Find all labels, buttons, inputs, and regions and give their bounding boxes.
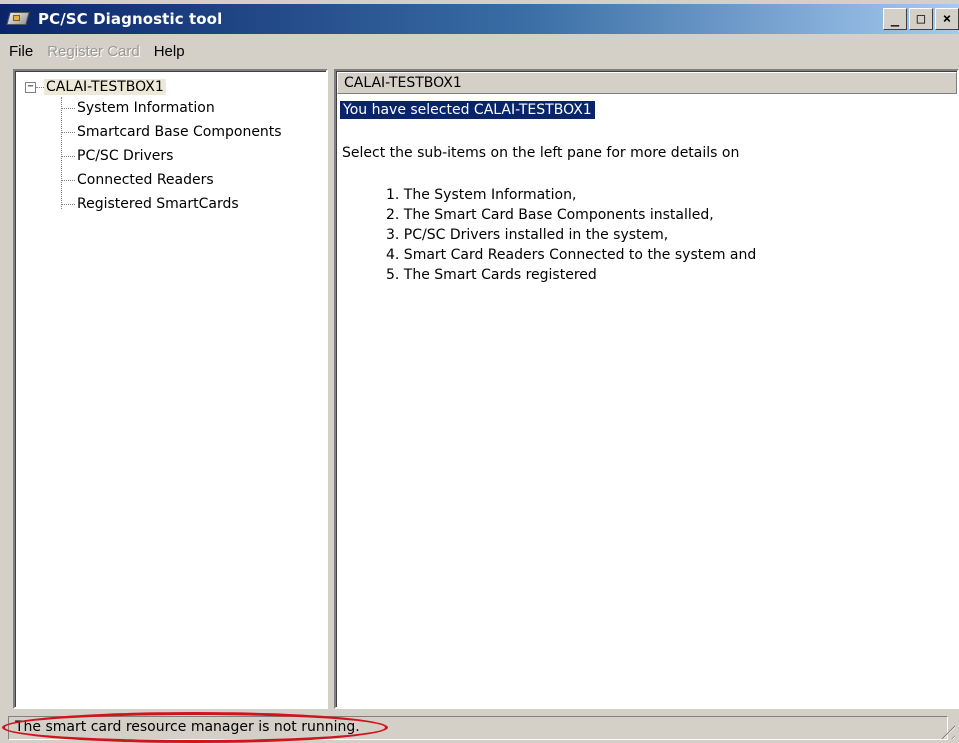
- tree-pane[interactable]: − CALAI-TESTBOX1 System Information Smar…: [13, 69, 328, 709]
- smartcard-app-icon[interactable]: [6, 9, 32, 29]
- tree-item-registered-smartcards[interactable]: Registered SmartCards: [61, 193, 239, 215]
- maximize-button[interactable]: □: [909, 8, 933, 30]
- title-bar[interactable]: PC/SC Diagnostic tool _ □ ×: [0, 4, 959, 34]
- tree-item-label[interactable]: Registered SmartCards: [75, 196, 239, 212]
- details-pane[interactable]: CALAI-TESTBOX1 You have selected CALAI-T…: [334, 69, 959, 709]
- details-list: 1. The System Information, 2. The Smart …: [386, 185, 756, 285]
- tree-root-label[interactable]: CALAI-TESTBOX1: [44, 79, 166, 95]
- app-window: PC/SC Diagnostic tool _ □ × File Registe…: [0, 0, 959, 743]
- tree-item-smartcard-base-components[interactable]: Smartcard Base Components: [61, 121, 282, 143]
- list-item: 1. The System Information,: [386, 187, 577, 203]
- tree-item-label[interactable]: Connected Readers: [75, 172, 214, 188]
- tree-item-label[interactable]: PC/SC Drivers: [75, 148, 173, 164]
- list-item: 4. Smart Card Readers Connected to the s…: [386, 247, 757, 263]
- tree-item-connected-readers[interactable]: Connected Readers: [61, 169, 214, 191]
- window-controls: _ □ ×: [883, 8, 959, 30]
- close-button[interactable]: ×: [935, 8, 959, 30]
- details-header[interactable]: CALAI-TESTBOX1: [337, 72, 957, 94]
- collapse-icon[interactable]: −: [25, 81, 36, 93]
- details-intro: Select the sub-items on the left pane fo…: [342, 145, 740, 161]
- window-title: PC/SC Diagnostic tool: [38, 10, 223, 28]
- tree-root-node[interactable]: − CALAI-TESTBOX1: [25, 77, 166, 97]
- selected-node-message: You have selected CALAI-TESTBOX1: [340, 101, 595, 119]
- red-highlight-ellipse: [2, 712, 388, 743]
- menu-bar: File Register Card Help: [0, 38, 192, 64]
- minimize-button[interactable]: _: [883, 8, 907, 30]
- tree-item-label[interactable]: Smartcard Base Components: [75, 124, 282, 140]
- list-item: 5. The Smart Cards registered: [386, 267, 597, 283]
- list-item: 2. The Smart Card Base Components instal…: [386, 207, 714, 223]
- tree-item-label[interactable]: System Information: [75, 100, 215, 116]
- tree-connector: [36, 86, 44, 88]
- menu-help[interactable]: Help: [147, 43, 192, 60]
- menu-file[interactable]: File: [2, 43, 40, 60]
- list-item: 3. PC/SC Drivers installed in the system…: [386, 227, 669, 243]
- tree-item-system-information[interactable]: System Information: [61, 97, 215, 119]
- status-bar: The smart card resource manager is not r…: [0, 712, 959, 743]
- menu-register-card[interactable]: Register Card: [40, 43, 147, 60]
- tree-item-pcsc-drivers[interactable]: PC/SC Drivers: [61, 145, 173, 167]
